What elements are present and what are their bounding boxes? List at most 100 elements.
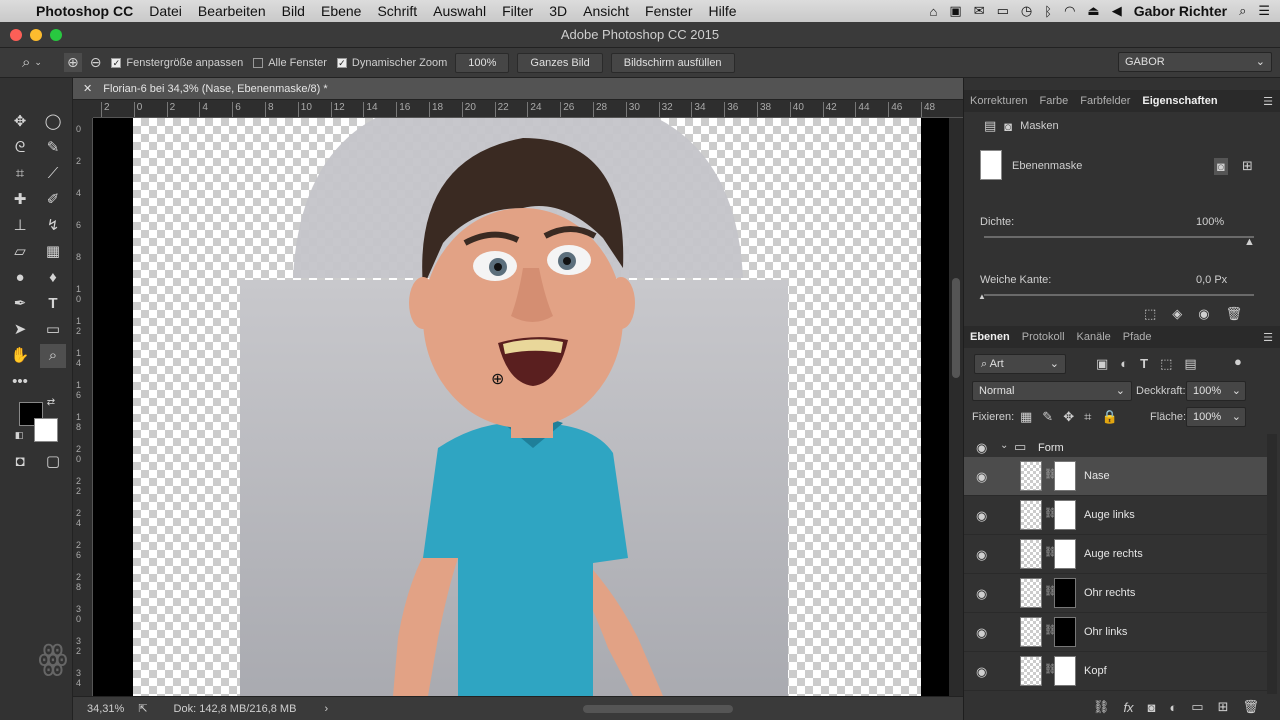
tab-color[interactable]: Farbe [1033,95,1074,107]
menu-schrift[interactable]: Schrift [377,3,417,19]
visibility-eye-icon[interactable]: ◉ [976,547,987,563]
chevron-down-icon[interactable]: ⌄ [34,57,42,68]
zoom-window-button[interactable] [50,29,62,41]
app-menu[interactable]: Photoshop CC [36,3,133,19]
blend-mode-select[interactable]: Normal ⌄ [972,381,1132,401]
elliptical-marquee-icon[interactable]: ◯ [40,110,66,134]
lasso-tool-icon[interactable]: ᘓ [7,136,33,160]
photo-composite[interactable]: ⊕ [93,118,949,696]
ruler-vertical[interactable]: 02468101214161820222426283032343638 [73,118,93,696]
zoom-tool-icon[interactable]: ⌕ [40,344,66,368]
document-tab[interactable]: ✕ Florian-6 bei 34,3% (Nase, Ebenenmaske… [73,78,963,100]
lock-pixels-icon[interactable]: ✎ [1042,409,1053,425]
density-slider-handle[interactable]: ▲ [1244,236,1255,248]
path-selection-icon[interactable]: ➤ [7,318,33,342]
layer-row-ohr-links[interactable]: ◉ ⛓ Ohr links [964,613,1267,652]
horizontal-scroll-thumb[interactable] [583,705,733,713]
time-machine-icon[interactable]: ◷ [1021,3,1032,19]
swap-colors-icon[interactable]: ⇄ [44,396,58,410]
visibility-eye-icon[interactable]: ◉ [976,469,987,485]
menu-bild[interactable]: Bild [282,3,305,19]
visibility-eye-icon[interactable]: ◉ [976,664,987,680]
chevron-right-icon[interactable]: › [324,703,328,715]
tab-adjustments[interactable]: Korrekturen [964,95,1033,107]
tab-channels[interactable]: Kanäle [1071,331,1117,343]
filter-toggle-icon[interactable]: ● [1234,354,1242,369]
add-mask-icon[interactable]: ◙ [1148,700,1156,715]
filter-smart-object-icon[interactable]: ▤ [1184,356,1196,372]
layers-panel-menu-icon[interactable]: ☰ [1263,331,1273,344]
close-window-button[interactable] [10,29,22,41]
adjustment-layer-icon[interactable]: ◐ [1169,700,1177,715]
display-icon[interactable]: ▭ [997,3,1009,19]
menu-datei[interactable]: Datei [149,3,182,19]
screen-mode-icon[interactable]: ▢ [40,450,66,474]
layer-mask-thumb[interactable] [1054,578,1076,608]
quick-selection-icon[interactable]: ✎ [40,136,66,160]
minimize-window-button[interactable] [30,29,42,41]
zoom-out-icon[interactable]: ⊖ [90,54,102,71]
layer-mask-thumb[interactable] [1054,461,1076,491]
layers-scrollbar[interactable] [1267,434,1277,694]
scrubby-zoom-checkbox[interactable]: ✓ Dynamischer Zoom [336,57,447,69]
menu-hilfe[interactable]: Hilfe [709,3,737,19]
visibility-eye-icon[interactable]: ◉ [976,625,987,641]
layer-mask-thumb[interactable] [1054,656,1076,686]
gradient-tool-icon[interactable]: ▦ [40,240,66,264]
home-icon[interactable]: ⌂ [930,4,938,19]
tab-paths[interactable]: Pfade [1117,331,1158,343]
close-tab-icon[interactable]: ✕ [83,83,92,95]
tab-history[interactable]: Protokoll [1016,331,1071,343]
ruler-origin[interactable] [73,100,93,118]
layer-row-nase[interactable]: ◉ ⛓ Nase [964,457,1267,496]
notification-center-icon[interactable]: ☰ [1258,3,1270,19]
volume-icon[interactable]: ◀ [1112,3,1122,19]
lock-transparent-icon[interactable]: ▦ [1020,409,1032,425]
vertical-scroll-thumb[interactable] [952,278,960,378]
layer-row-kopf[interactable]: ◉ ⛓ Kopf [964,652,1267,691]
brush-tool-icon[interactable]: ✐ [40,188,66,212]
zoom-tool-preset-icon[interactable]: ⌕ [22,54,30,71]
lock-all-icon[interactable]: 🔒 [1101,409,1117,425]
fill-input[interactable]: 100% ⌄ [1186,407,1246,427]
eyedropper-icon[interactable]: ⟋ [40,162,66,186]
document-size[interactable]: Dok: 142,8 MB/216,8 MB [174,703,297,715]
layer-style-fx-icon[interactable]: fx [1123,700,1133,715]
panel-menu-icon[interactable]: ☰ [1263,95,1273,108]
add-vector-mask-icon[interactable]: ⊞ [1242,158,1253,174]
bluetooth-icon[interactable]: ᛒ [1044,4,1052,19]
pen-tool-icon[interactable]: ✒ [7,292,33,316]
resize-windows-checkbox[interactable]: ✓ Fenstergröße anpassen [111,57,243,69]
eject-icon[interactable]: ⏏ [1087,3,1099,19]
layer-mask-thumb[interactable] [1054,617,1076,647]
dodge-tool-icon[interactable]: ♦ [40,266,66,290]
density-slider[interactable] [984,236,1254,238]
quick-mask-icon[interactable]: ◘ [7,450,33,474]
filter-pixel-icon[interactable]: ▣ [1096,356,1108,372]
layer-mask-thumb[interactable] [1054,500,1076,530]
eraser-tool-icon[interactable]: ▱ [7,240,33,264]
zoom-level[interactable]: 34,31% [87,703,124,715]
visibility-eye-icon[interactable]: ◉ [976,508,987,524]
notification-icon[interactable]: ▣ [949,3,961,19]
menu-fenster[interactable]: Fenster [645,3,692,19]
menu-ansicht[interactable]: Ansicht [583,3,629,19]
menu-filter[interactable]: Filter [502,3,533,19]
layer-row-ohr-rechts[interactable]: ◉ ⛓ Ohr rechts [964,574,1267,613]
link-layers-icon[interactable]: ⛓ [1093,699,1110,715]
visibility-eye-icon[interactable]: ◉ [976,440,987,456]
default-colors-icon[interactable]: ◧ [12,428,26,442]
apply-mask-icon[interactable]: ◈ [1172,306,1182,322]
zoom-in-icon[interactable]: ⊕ [63,53,82,72]
user-name[interactable]: Gabor Richter [1134,3,1227,19]
layer-filter-kind[interactable]: ⌕ Art ⌄ [974,354,1066,374]
toggle-mask-visibility-icon[interactable]: ◉ [1198,306,1209,322]
healing-brush-icon[interactable]: ✚ [7,188,33,212]
wifi-icon[interactable]: ◠ [1064,3,1075,19]
canvas-area[interactable]: ⊕ [93,118,949,696]
hand-tool-icon[interactable]: ✋ [7,344,33,368]
layer-mask-thumb[interactable] [1054,539,1076,569]
density-value[interactable]: 100% [1196,216,1224,228]
more-tools-icon[interactable]: ••• [7,370,33,394]
clone-stamp-icon[interactable]: ⊥ [7,214,33,238]
